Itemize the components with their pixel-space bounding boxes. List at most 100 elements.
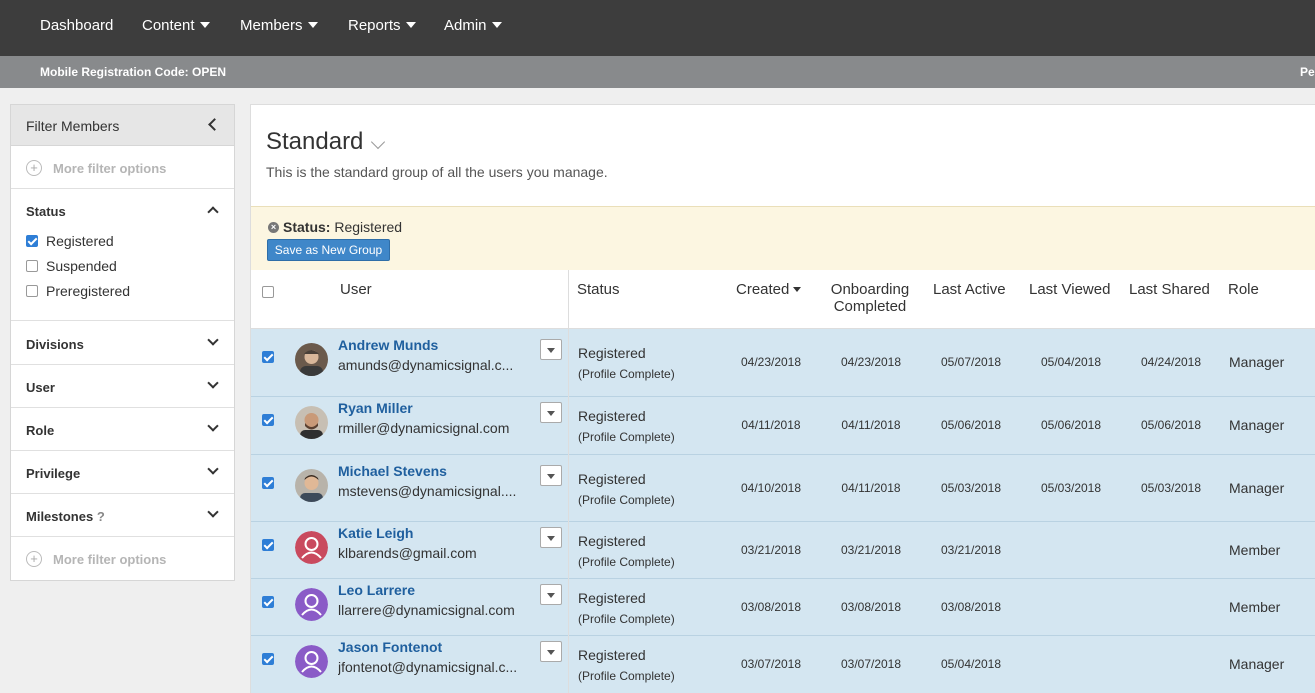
status-text: Registered [578, 470, 646, 487]
user-email: llarrere@dynamicsignal.com [338, 601, 515, 618]
chevron-left-icon[interactable] [208, 118, 221, 131]
col-created[interactable]: Created [736, 281, 802, 298]
checkbox-checked-icon[interactable] [26, 235, 38, 247]
avatar[interactable] [295, 645, 328, 678]
row-checkbox[interactable] [262, 351, 274, 363]
col-user[interactable]: User [340, 281, 372, 298]
cell-last-active: 05/03/2018 [940, 480, 1002, 495]
cell-last-active: 05/07/2018 [940, 355, 1002, 369]
row-actions-dropdown[interactable] [540, 641, 562, 662]
col-onboarding-completed[interactable]: Onboarding Completed [825, 281, 915, 315]
filter-header[interactable]: Filter Members [11, 105, 234, 146]
subbar-right-text[interactable]: Pe [1300, 65, 1315, 79]
select-all-checkbox[interactable] [262, 286, 274, 298]
row-checkbox[interactable] [262, 653, 274, 665]
status-text: Registered [578, 532, 646, 549]
avatar[interactable] [295, 343, 328, 376]
nav-dashboard[interactable]: Dashboard [40, 0, 113, 56]
table-row[interactable]: Katie Leigh klbarends@gmail.com Registered… [251, 522, 1315, 579]
cell-onboarding: 04/11/2018 [841, 480, 901, 495]
avatar[interactable] [295, 406, 328, 439]
status-filter-section: Status Registered Suspended Preregistere… [11, 190, 234, 321]
cell-role: Member [1229, 541, 1281, 558]
table-row[interactable]: Andrew Munds amunds@dynamicsignal.c... Reg… [251, 329, 1315, 397]
cell-created: 04/11/2018 [741, 418, 801, 432]
page-title[interactable]: Standard [266, 128, 363, 156]
cell-last-shared: 04/24/2018 [1140, 355, 1202, 369]
status-option-preregistered[interactable]: Preregistered [26, 283, 130, 299]
chevron-down-icon[interactable] [370, 134, 386, 150]
save-as-new-group-button[interactable]: Save as New Group [267, 239, 390, 261]
cell-role: Manager [1229, 479, 1285, 496]
checkbox-icon[interactable] [26, 285, 38, 297]
more-filter-options-bottom[interactable]: + More filter options [11, 538, 234, 580]
status-subtext: (Profile Complete) [578, 367, 675, 381]
row-checkbox[interactable] [262, 476, 274, 489]
nav-admin-label: Admin [444, 17, 487, 34]
plus-circle-icon: + [26, 160, 42, 176]
row-checkbox[interactable] [262, 595, 274, 608]
user-name-link[interactable]: Andrew Munds [338, 337, 438, 353]
table-row[interactable]: Leo Larrere llarrere@dynamicsignal.com Reg… [251, 579, 1315, 636]
table-row[interactable]: Michael Stevens mstevens@dynamicsignal...… [251, 455, 1315, 522]
filter-section-user[interactable]: User [11, 365, 234, 408]
cell-created: 03/08/2018 [740, 599, 802, 614]
more-filter-options-label: More filter options [53, 552, 167, 567]
chevron-down-icon [207, 506, 219, 518]
status-option-suspended[interactable]: Suspended [26, 258, 117, 274]
filter-value: Registered [334, 219, 403, 235]
nav-reports[interactable]: Reports [348, 0, 416, 56]
checkbox-icon[interactable] [26, 260, 38, 272]
table-row[interactable]: Ryan Miller rmiller@dynamicsignal.com Regi… [251, 397, 1315, 455]
col-last-active[interactable]: Last Active [933, 281, 1006, 298]
cell-role: Manager [1229, 417, 1285, 433]
user-name-link[interactable]: Katie Leigh [338, 525, 413, 541]
cell-last-shared: 05/06/2018 [1140, 418, 1202, 432]
status-subtext: (Profile Complete) [578, 492, 675, 507]
help-icon[interactable]: ? [97, 509, 105, 524]
filter-section-milestones[interactable]: Milestones ? [11, 494, 234, 537]
col-status[interactable]: Status [577, 281, 620, 298]
filter-section-privilege[interactable]: Privilege [11, 451, 234, 494]
cell-last-viewed: 05/06/2018 [1040, 418, 1102, 432]
top-navigation: Dashboard Content Members Reports Admin [0, 0, 1315, 56]
chevron-down-icon [207, 463, 219, 475]
row-checkbox[interactable] [262, 414, 274, 426]
nav-dashboard-label: Dashboard [40, 17, 114, 34]
avatar[interactable] [295, 468, 328, 502]
filter-label: Status: [283, 219, 331, 235]
nav-members[interactable]: Members [240, 0, 318, 56]
nav-content[interactable]: Content [142, 0, 210, 56]
cell-last-viewed: 05/04/2018 [1040, 355, 1102, 369]
row-actions-dropdown[interactable] [540, 402, 562, 423]
user-name-link[interactable]: Ryan Miller [338, 400, 413, 416]
cell-role: Member [1229, 598, 1281, 615]
nav-admin[interactable]: Admin [444, 0, 502, 56]
col-last-viewed[interactable]: Last Viewed [1029, 281, 1110, 298]
row-checkbox[interactable] [262, 538, 274, 551]
sort-desc-icon [793, 287, 802, 292]
status-option-registered[interactable]: Registered [26, 233, 114, 249]
filter-section-divisions[interactable]: Divisions [11, 322, 234, 365]
row-actions-dropdown[interactable] [540, 526, 562, 548]
user-email: rmiller@dynamicsignal.com [338, 420, 510, 436]
chevron-up-icon[interactable] [207, 206, 219, 218]
avatar[interactable] [295, 587, 328, 621]
row-actions-dropdown[interactable] [540, 583, 562, 605]
col-last-shared[interactable]: Last Shared [1129, 281, 1210, 298]
user-name-link[interactable]: Jason Fontenot [338, 639, 442, 655]
table-header: User Status Created Onboarding Completed … [251, 270, 1315, 329]
row-actions-dropdown[interactable] [540, 339, 562, 360]
table-row[interactable]: Jason Fontenot jfontenot@dynamicsignal.c.… [251, 636, 1315, 693]
status-section-title[interactable]: Status [26, 204, 66, 219]
col-role[interactable]: Role [1228, 281, 1259, 298]
row-actions-dropdown[interactable] [540, 464, 562, 486]
cell-onboarding: 03/07/2018 [840, 657, 902, 671]
avatar[interactable] [295, 530, 328, 564]
user-name-link[interactable]: Michael Stevens [338, 463, 447, 479]
more-filter-options-top[interactable]: + More filter options [11, 147, 234, 189]
remove-filter-icon[interactable]: × [268, 222, 279, 233]
main-panel: Standard This is the standard group of a… [250, 104, 1315, 693]
user-name-link[interactable]: Leo Larrere [338, 582, 415, 598]
filter-section-role[interactable]: Role [11, 408, 234, 451]
